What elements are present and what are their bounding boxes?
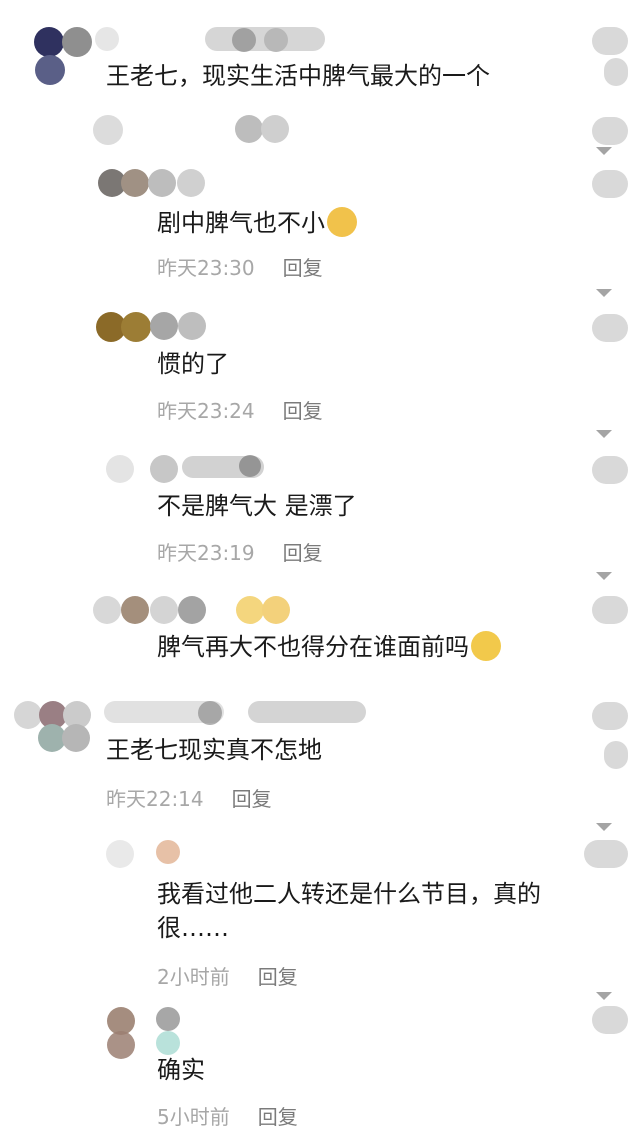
right-edge-blur [592, 702, 628, 730]
reply-button[interactable]: 回复 [232, 783, 272, 812]
avatar-blur [121, 596, 149, 624]
timestamp: 2小时前 [157, 965, 230, 989]
right-edge-blur [604, 741, 628, 769]
chevron-down-icon [596, 572, 612, 580]
chevron-down-icon [596, 289, 612, 297]
chevron-down-icon [596, 823, 612, 831]
right-edge-blur [592, 456, 628, 484]
smirk-face-icon [327, 207, 357, 237]
right-edge-blur [592, 170, 628, 198]
avatar-blur [150, 312, 178, 340]
timestamp: 昨天23:24 [157, 399, 255, 423]
chevron-down-icon [596, 992, 612, 1000]
avatar-blur [156, 1031, 180, 1055]
right-edge-blur [592, 596, 628, 624]
timestamp: 5小时前 [157, 1105, 230, 1129]
username-blur [95, 27, 119, 51]
avatar-blur [34, 27, 64, 57]
laughing-tears-face-icon [471, 631, 501, 661]
avatar-blur [235, 115, 263, 143]
comment-text: 我看过他二人转还是什么节目，真的很…… [157, 880, 541, 942]
avatar-blur [121, 169, 149, 197]
avatar-blur [178, 312, 206, 340]
timestamp: 昨天22:14 [106, 787, 204, 811]
right-edge-blur [592, 27, 628, 55]
comment-meta: 2小时前 回复 [157, 961, 298, 990]
comment-meta: 昨天22:14 回复 [106, 783, 272, 812]
right-edge-blur [584, 840, 628, 868]
comment-meta: 昨天23:24 回复 [157, 395, 323, 424]
avatar-blur [150, 596, 178, 624]
avatar-blur [62, 724, 90, 752]
reply-button[interactable]: 回复 [283, 395, 323, 424]
avatar-blur [150, 455, 178, 483]
reply-button[interactable]: 回复 [283, 252, 323, 281]
avatar-blur [35, 55, 65, 85]
username-blur [248, 701, 366, 723]
comment-text: 不是脾气大 是漂了 [157, 492, 357, 520]
reply-button[interactable]: 回复 [258, 961, 298, 990]
comment-meta: 昨天23:30 回复 [157, 252, 323, 281]
chevron-down-icon [596, 147, 612, 155]
avatar-blur [239, 455, 261, 477]
comment-text: 脾气再大不也得分在谁面前吗 [157, 630, 501, 664]
avatar-blur [121, 312, 151, 342]
avatar-blur [148, 169, 176, 197]
right-edge-blur [604, 58, 628, 86]
avatar-blur [14, 701, 42, 729]
comment-text: 惯的了 [157, 350, 229, 378]
comment-text: 王老七现实真不怎地 [106, 736, 322, 764]
avatar-blur [198, 701, 222, 725]
avatar-blur [177, 169, 205, 197]
avatar-blur [178, 596, 206, 624]
avatar-blur [93, 596, 121, 624]
avatar-blur [156, 840, 180, 864]
comment-body: 脾气再大不也得分在谁面前吗 [157, 633, 469, 661]
timestamp: 昨天23:19 [157, 541, 255, 565]
reply-button[interactable]: 回复 [283, 537, 323, 566]
avatar-blur [93, 115, 123, 145]
avatar-blur [107, 1031, 135, 1059]
comment-body: 剧中脾气也不小 [157, 209, 325, 237]
avatar-blur [236, 596, 264, 624]
avatar-blur [156, 1007, 180, 1031]
right-edge-blur [592, 1006, 628, 1034]
avatar-blur [62, 27, 92, 57]
comment-text: 确实 [157, 1056, 205, 1084]
comment-meta: 昨天23:19 回复 [157, 537, 323, 566]
timestamp: 昨天23:30 [157, 256, 255, 280]
comment-meta: 5小时前 回复 [157, 1101, 298, 1130]
avatar-blur [106, 455, 134, 483]
right-edge-blur [592, 314, 628, 342]
avatar-blur [261, 115, 289, 143]
chevron-down-icon [596, 430, 612, 438]
reply-button[interactable]: 回复 [258, 1101, 298, 1130]
avatar-blur [264, 28, 288, 52]
avatar-blur [262, 596, 290, 624]
comment-text: 剧中脾气也不小 [157, 206, 357, 240]
right-edge-blur [592, 117, 628, 145]
avatar-blur [232, 28, 256, 52]
avatar-blur [106, 840, 134, 868]
comment-text: 王老七，现实生活中脾气最大的一个 [106, 62, 490, 90]
